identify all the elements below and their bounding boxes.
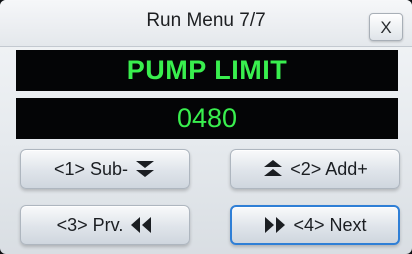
close-label: X (380, 17, 392, 37)
next-button[interactable]: <4> Next (230, 205, 400, 245)
add-button[interactable]: <2> Add+ (230, 149, 400, 189)
parameter-value-display: 0480 (16, 98, 398, 139)
double-arrow-left-icon (129, 215, 153, 235)
prev-button[interactable]: <3> Prv. (20, 205, 190, 245)
double-chevron-up-icon (262, 158, 284, 180)
close-button[interactable]: X (369, 13, 403, 41)
sub-button[interactable]: <1> Sub- (20, 149, 190, 189)
sub-button-label: <1> Sub- (53, 158, 129, 179)
window-title: Run Menu 7/7 (146, 10, 266, 31)
add-button-label: <2> Add+ (290, 158, 368, 179)
parameter-name: PUMP LIMIT (126, 55, 288, 85)
title-bar: Run Menu 7/7 X (0, 0, 412, 47)
double-chevron-down-icon (134, 158, 156, 180)
double-arrow-right-icon (263, 215, 287, 235)
parameter-name-display: PUMP LIMIT (16, 50, 398, 91)
run-menu-screen: Run Menu 7/7 X PUMP LIMIT 0480 <1> Sub- … (0, 0, 412, 254)
parameter-value: 0480 (176, 103, 238, 133)
next-button-label: <4> Next (293, 214, 367, 235)
prev-button-label: <3> Prv. (56, 214, 124, 235)
